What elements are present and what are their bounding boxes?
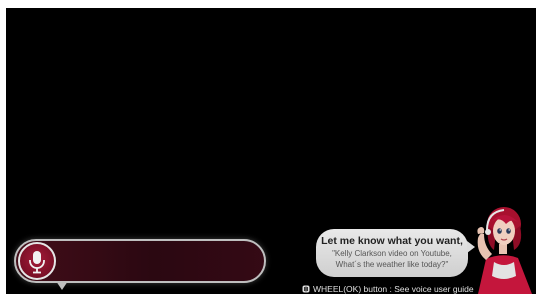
voice-guide-hint-text: WHEEL(OK) button : See voice user guide <box>313 284 474 294</box>
voice-input-text[interactable] <box>66 253 256 271</box>
voice-bar-tail <box>56 281 68 290</box>
voice-input-bar[interactable] <box>14 239 266 290</box>
bubble-example-line-2: What´s the weather like today?" <box>335 260 449 269</box>
bubble-example-line-1: "Kelly Clarkson video on Youtube, <box>332 249 452 258</box>
wheel-icon <box>302 285 310 293</box>
assistant-character-image <box>477 207 532 294</box>
tv-screen: Let me know what you want, "Kelly Clarks… <box>6 8 536 294</box>
microphone-icon <box>29 251 45 274</box>
assistant-speech-bubble: Let me know what you want, "Kelly Clarks… <box>316 229 475 277</box>
microphone-button[interactable] <box>18 242 56 280</box>
voice-guide-hint: WHEEL(OK) button : See voice user guide <box>302 284 474 294</box>
bubble-title: Let me know what you want, <box>321 235 463 247</box>
